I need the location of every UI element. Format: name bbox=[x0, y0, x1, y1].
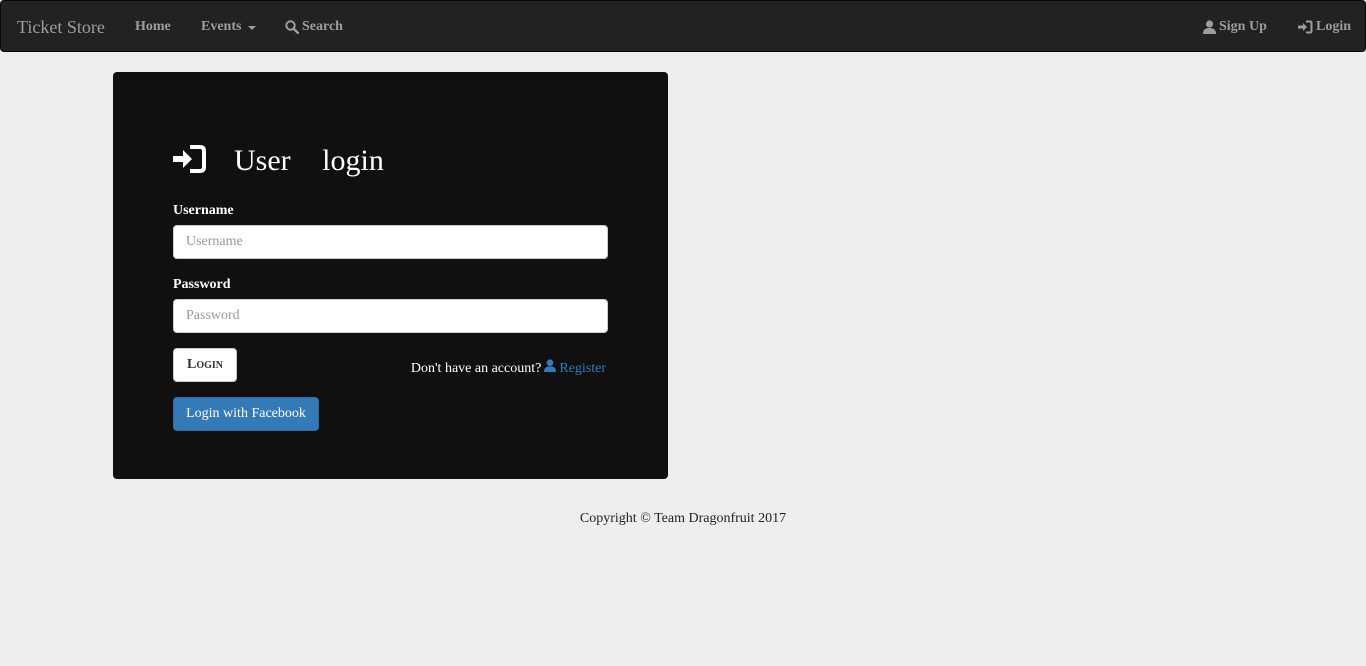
navbar: Ticket Store Home Events Search Sign Up bbox=[0, 0, 1366, 52]
nav-sign-up-label: Sign Up bbox=[1219, 19, 1267, 34]
register-link-label: Register bbox=[559, 360, 606, 376]
login-heading: User login bbox=[173, 142, 384, 180]
search-icon bbox=[285, 20, 299, 34]
log-in-icon bbox=[1298, 20, 1313, 34]
nav-home[interactable]: Home bbox=[135, 18, 171, 36]
password-label: Password bbox=[173, 277, 231, 292]
no-account-text: Don't have an account? bbox=[410, 360, 542, 376]
nav-search[interactable]: Search bbox=[285, 18, 343, 36]
password-input[interactable] bbox=[173, 299, 608, 333]
username-input[interactable] bbox=[173, 225, 608, 259]
nav-events-dropdown[interactable]: Events bbox=[201, 18, 257, 36]
page-title: User login bbox=[234, 144, 384, 177]
brand-link[interactable]: Ticket Store bbox=[17, 16, 105, 38]
nav-sign-up[interactable]: Sign Up bbox=[1203, 18, 1267, 36]
log-in-icon bbox=[173, 144, 207, 179]
register-link[interactable]: Register bbox=[544, 359, 606, 378]
nav-search-label: Search bbox=[302, 19, 343, 34]
login-panel: User login Username Password Login Don't… bbox=[113, 72, 668, 479]
nav-events-label: Events bbox=[201, 19, 242, 34]
nav-home-label: Home bbox=[135, 19, 171, 34]
user-icon bbox=[544, 359, 557, 378]
login-button[interactable]: Login bbox=[173, 348, 237, 382]
caret-down-icon bbox=[248, 26, 257, 30]
register-prompt: Don't have an account? Register bbox=[411, 359, 606, 378]
username-label: Username bbox=[173, 203, 234, 218]
user-icon bbox=[1203, 20, 1216, 34]
nav-login[interactable]: Login bbox=[1298, 18, 1351, 36]
footer-copyright: Copyright © Team Dragonfruit 2017 bbox=[579, 511, 787, 526]
facebook-login-button[interactable]: Login with Facebook bbox=[173, 397, 319, 431]
nav-login-label: Login bbox=[1316, 19, 1352, 34]
